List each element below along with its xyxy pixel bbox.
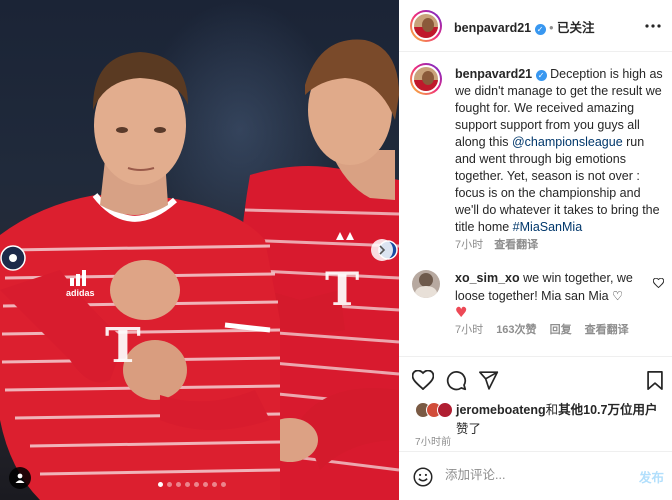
red-heart-emoji: ♥ bbox=[455, 305, 468, 321]
chevron-right-icon bbox=[377, 245, 387, 255]
verified-badge-icon: ✓ bbox=[535, 70, 547, 81]
post-options-button[interactable] bbox=[643, 16, 663, 36]
heart-outline-emoji: ♡ bbox=[612, 288, 624, 303]
likes-summary: jeromeboateng和其他10.7万位用户 bbox=[456, 402, 666, 419]
carousel-dot bbox=[203, 482, 208, 487]
next-photo-button[interactable] bbox=[371, 239, 393, 261]
header-divider bbox=[399, 51, 672, 52]
likes-connector: 和 bbox=[545, 403, 559, 417]
heart-icon bbox=[652, 278, 664, 288]
post-comment-button[interactable]: 发布 bbox=[639, 467, 664, 486]
caption-mention-link[interactable]: @championsleague bbox=[512, 135, 623, 149]
jersey-sponsor-right: T bbox=[325, 262, 360, 316]
share-button[interactable] bbox=[477, 368, 501, 392]
post-caption: benpavard21 ✓ Deception is high as we di… bbox=[455, 66, 665, 236]
verified-badge-icon: ✓ bbox=[534, 24, 546, 35]
post-side-panel: benpavard21 ✓ • 已关注 benpavard21 ✓ Decept… bbox=[399, 0, 672, 500]
liker-avatar bbox=[437, 402, 453, 418]
carousel-dot bbox=[185, 482, 190, 487]
bookmark-icon bbox=[647, 370, 663, 390]
comment-like-button[interactable] bbox=[651, 276, 665, 290]
follow-status-button[interactable]: 已关注 bbox=[557, 21, 595, 35]
comment-time: 7小时 bbox=[455, 324, 484, 336]
likes-suffix: 赞了 bbox=[456, 422, 482, 436]
carousel-dot bbox=[212, 482, 217, 487]
commenter-avatar[interactable] bbox=[412, 270, 440, 298]
comment-reply-button[interactable]: 回复 bbox=[550, 324, 572, 336]
caption-username[interactable]: benpavard21 bbox=[455, 67, 532, 81]
like-button[interactable] bbox=[411, 368, 435, 392]
user-tag-icon bbox=[14, 472, 26, 484]
post-photo[interactable]: adidas T T bbox=[0, 0, 399, 500]
comment-likes-count[interactable]: 163次赞 bbox=[496, 324, 536, 336]
carousel-dot bbox=[167, 482, 172, 487]
carousel-dots bbox=[158, 482, 226, 487]
emoji-smile-icon bbox=[413, 467, 433, 487]
comment-button[interactable] bbox=[444, 368, 468, 392]
caption-hashtag-link[interactable]: #MiaSanMia bbox=[513, 220, 582, 234]
caption-meta: 7小时 查看翻译 bbox=[455, 236, 546, 252]
carousel-dot bbox=[176, 482, 181, 487]
comment-meta: 7小时 163次赞 回复 查看翻译 bbox=[455, 321, 639, 337]
heart-icon bbox=[412, 370, 434, 390]
post-time-ago: 7小时前 bbox=[415, 437, 452, 448]
carousel-dot bbox=[194, 482, 199, 487]
actions-divider bbox=[399, 356, 672, 357]
comment-bubble-icon bbox=[446, 370, 467, 391]
comment-username[interactable]: xo_sim_xo bbox=[455, 271, 520, 285]
comment-item: xo_sim_xo we win together, we loose toge… bbox=[455, 270, 650, 322]
comment-view-translation-link[interactable]: 查看翻译 bbox=[585, 324, 629, 336]
caption-view-translation-link[interactable]: 查看翻译 bbox=[494, 239, 538, 251]
tagged-users-button[interactable] bbox=[9, 467, 31, 489]
likers-avatars bbox=[415, 402, 455, 418]
save-button[interactable] bbox=[643, 368, 667, 392]
paper-plane-icon bbox=[479, 370, 499, 390]
caption-avatar[interactable] bbox=[410, 63, 442, 95]
caption-time: 7小时 bbox=[455, 239, 484, 251]
players-illustration: adidas bbox=[0, 39, 399, 500]
jersey-sponsor-left: T bbox=[105, 318, 141, 374]
carousel-dot-active bbox=[158, 482, 163, 487]
emoji-button[interactable] bbox=[412, 466, 434, 488]
author-username[interactable]: benpavard21 bbox=[454, 21, 531, 35]
input-divider bbox=[399, 451, 672, 452]
comment-input[interactable] bbox=[445, 468, 615, 482]
carousel-dot bbox=[221, 482, 226, 487]
more-horizontal-icon bbox=[645, 24, 661, 28]
likes-others-link[interactable]: 其他10.7万位用户 bbox=[558, 403, 657, 417]
svg-text:adidas: adidas bbox=[66, 288, 95, 298]
author-avatar[interactable] bbox=[410, 10, 442, 42]
liker-username[interactable]: jeromeboateng bbox=[456, 403, 546, 417]
